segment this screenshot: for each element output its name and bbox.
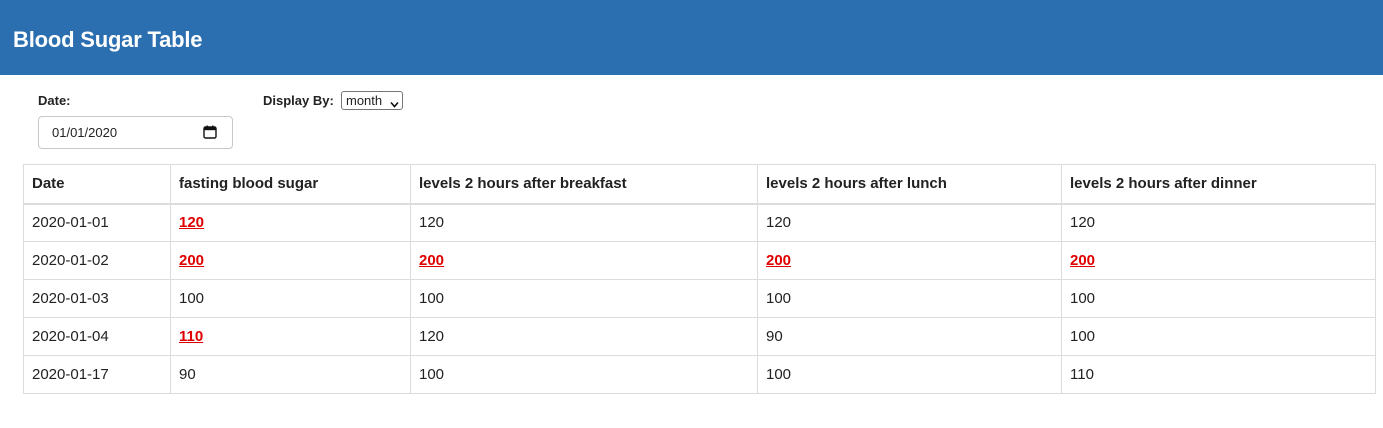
cell-text: 100 [1070, 290, 1096, 307]
table-row: 2020-01-17 90 100 100 110 [23, 355, 1376, 394]
high-value-link[interactable]: 200 [419, 252, 444, 269]
column-header-date: Date [23, 164, 171, 205]
display-by-value: month [346, 93, 383, 108]
cell-text: 2020-01-04 [32, 328, 109, 345]
value-cell: 200 [1061, 241, 1376, 280]
value-cell: 100 [757, 279, 1062, 318]
value-cell: 200 [410, 241, 758, 280]
table-row: 2020-01-04 110 120 90 100 [23, 317, 1376, 356]
value-cell: 200 [170, 241, 411, 280]
value-cell: 110 [1061, 355, 1376, 394]
value-cell: 120 [170, 203, 411, 242]
cell-text: 2020-01-02 [32, 252, 109, 269]
value-cell: 90 [170, 355, 411, 394]
cell-text: 2020-01-03 [32, 290, 109, 307]
column-header-after-lunch: levels 2 hours after lunch [757, 164, 1062, 205]
value-cell: 100 [1061, 317, 1376, 356]
page-title: Blood Sugar Table [13, 27, 203, 52]
column-header-fasting: fasting blood sugar [170, 164, 411, 205]
date-cell: 2020-01-03 [23, 279, 171, 318]
value-cell: 90 [757, 317, 1062, 356]
cell-text: 100 [766, 290, 792, 307]
column-header-after-breakfast: levels 2 hours after breakfast [410, 164, 758, 205]
display-by-label: Display By: [263, 93, 334, 108]
cell-text: 100 [1070, 328, 1096, 345]
cell-text: 100 [419, 290, 445, 307]
date-input[interactable]: 01/01/2020 [38, 116, 233, 149]
filter-bar: Date: 01/01/2020 Display By: month [0, 75, 1383, 165]
value-cell: 100 [410, 355, 758, 394]
cell-text: 120 [1070, 214, 1096, 232]
value-cell: 100 [1061, 279, 1376, 318]
cell-text: 110 [1070, 366, 1094, 383]
chevron-down-icon [390, 96, 399, 108]
cell-text: 2020-01-01 [32, 214, 109, 232]
value-cell: 110 [170, 317, 411, 356]
blood-sugar-table-container: Date fasting blood sugar levels 2 hours … [23, 164, 1376, 394]
date-cell: 2020-01-04 [23, 317, 171, 356]
value-cell: 100 [170, 279, 411, 318]
value-cell: 100 [757, 355, 1062, 394]
value-cell: 120 [410, 203, 758, 242]
cell-text: 100 [766, 366, 792, 383]
date-cell: 2020-01-17 [23, 355, 171, 394]
value-cell: 120 [757, 203, 1062, 242]
column-header-after-dinner: levels 2 hours after dinner [1061, 164, 1376, 205]
value-cell: 100 [410, 279, 758, 318]
calendar-icon[interactable] [203, 125, 217, 139]
cell-text: 90 [179, 366, 196, 383]
date-input-value: 01/01/2020 [52, 125, 118, 140]
cell-text: 120 [419, 328, 445, 345]
cell-text: 120 [419, 214, 445, 232]
date-label: Date: [38, 93, 71, 108]
app-header: Blood Sugar Table [0, 0, 1383, 75]
cell-text: 100 [419, 366, 445, 383]
blood-sugar-table: Date fasting blood sugar levels 2 hours … [23, 164, 1376, 394]
cell-text: 100 [179, 290, 205, 307]
high-value-link[interactable]: 200 [1070, 252, 1095, 269]
cell-text: 120 [766, 214, 792, 232]
display-by-select[interactable]: month [341, 91, 403, 110]
cell-text: 90 [766, 328, 783, 345]
table-body: 2020-01-01 120 120 120 120 2020-01-02 20… [23, 203, 1376, 394]
high-value-link[interactable]: 200 [179, 252, 204, 269]
value-cell: 200 [757, 241, 1062, 280]
cell-text: 2020-01-17 [32, 366, 109, 383]
table-row: 2020-01-02 200 200 200 200 [23, 241, 1376, 280]
value-cell: 120 [410, 317, 758, 356]
table-row: 2020-01-01 120 120 120 120 [23, 203, 1376, 242]
table-row: 2020-01-03 100 100 100 100 [23, 279, 1376, 318]
high-value-link[interactable]: 110 [179, 328, 203, 345]
high-value-link[interactable]: 120 [179, 214, 204, 231]
value-cell: 120 [1061, 203, 1376, 242]
date-cell: 2020-01-02 [23, 241, 171, 280]
date-cell: 2020-01-01 [23, 203, 171, 242]
high-value-link[interactable]: 200 [766, 252, 791, 269]
table-header-row: Date fasting blood sugar levels 2 hours … [23, 164, 1376, 205]
